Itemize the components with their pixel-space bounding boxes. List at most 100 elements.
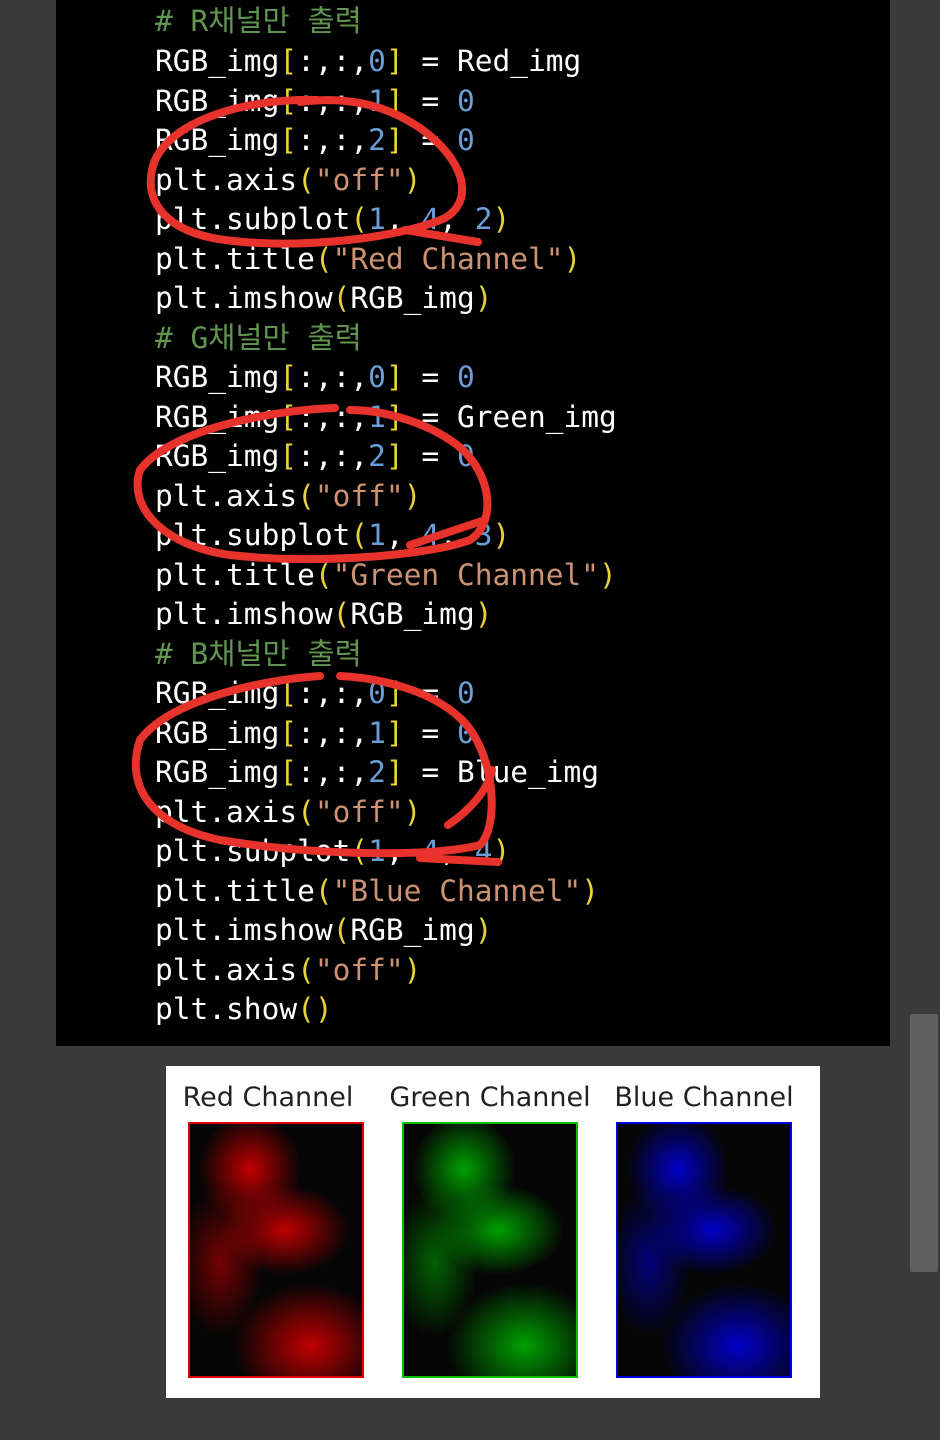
code-token-paren: ) bbox=[581, 873, 600, 908]
code-token-plain: RGB_img bbox=[155, 83, 280, 118]
code-token-plain: RGB_img bbox=[155, 676, 280, 710]
code-token-paren: ( bbox=[350, 202, 369, 236]
code-token-str: "Green Channel" bbox=[332, 557, 600, 592]
code-token-paren: ( bbox=[350, 834, 369, 868]
code-line: plt.axis("off") bbox=[155, 951, 617, 991]
code-token-paren: ( bbox=[297, 794, 315, 829]
code-line: plt.axis("off") bbox=[155, 477, 617, 517]
code-token-paren: ) bbox=[492, 834, 511, 868]
code-line: plt.subplot(1, 4, 2) bbox=[155, 200, 617, 240]
code-token-plain: :,:, bbox=[297, 676, 369, 710]
code-token-plain: plt.subplot bbox=[155, 834, 351, 868]
code-token-paren: [ bbox=[279, 123, 298, 157]
code-token-plain: plt.axis bbox=[155, 952, 298, 987]
code-token-paren: ] bbox=[385, 399, 404, 434]
code-token-num: 1 bbox=[368, 83, 386, 118]
code-token-plain: :,:, bbox=[297, 439, 369, 473]
code-token-plain: RGB_img bbox=[350, 597, 475, 631]
panel-title-blue: Blue Channel bbox=[614, 1082, 794, 1113]
code-token-plain: RGB_img bbox=[155, 360, 280, 394]
code-token-plain: RGB_img bbox=[350, 281, 475, 315]
code-line: plt.imshow(RGB_img) bbox=[155, 595, 617, 635]
code-token-plain: plt.subplot bbox=[155, 518, 351, 552]
code-token-str: "Blue Channel" bbox=[332, 873, 582, 908]
code-token-num: 2 bbox=[368, 123, 386, 157]
code-token-paren: [ bbox=[279, 44, 298, 78]
code-line: RGB_img[:,:,0] = Red_img bbox=[155, 42, 617, 82]
output-figure: Red Channel Green Channel Blue Channel bbox=[166, 1066, 820, 1398]
code-token-paren: ( bbox=[332, 597, 351, 631]
code-token-plain: RGB_img bbox=[155, 755, 280, 789]
code-token-paren: ( bbox=[297, 478, 315, 513]
code-token-paren: ( bbox=[350, 518, 369, 552]
code-token-num: 0 bbox=[368, 676, 386, 710]
code-token-plain: :,:, bbox=[297, 360, 369, 394]
code-token-plain: = bbox=[403, 439, 457, 473]
code-line: RGB_img[:,:,1] = Green_img bbox=[155, 398, 617, 438]
code-token-paren: ) bbox=[403, 162, 422, 197]
code-token-paren: ( bbox=[332, 913, 351, 947]
code-token-plain: RGB_img bbox=[155, 715, 280, 750]
code-line: plt.title("Blue Channel") bbox=[155, 872, 617, 912]
code-token-str: "off" bbox=[314, 162, 404, 197]
code-token-num: 0 bbox=[456, 439, 475, 473]
code-token-paren: ) bbox=[474, 597, 493, 631]
code-token-paren: [ bbox=[279, 676, 298, 710]
code-line: plt.subplot(1, 4, 4) bbox=[155, 832, 617, 872]
code-line: # R채널만 출력 bbox=[155, 0, 617, 42]
code-token-paren: ( bbox=[332, 281, 351, 315]
code-line: RGB_img[:,:,2] = 0 bbox=[155, 437, 617, 477]
code-token-paren: ] bbox=[385, 83, 404, 118]
code-token-plain: , bbox=[439, 834, 475, 868]
code-token-paren: ] bbox=[385, 439, 404, 473]
code-token-plain: plt.title bbox=[155, 557, 315, 592]
code-token-paren: [ bbox=[279, 755, 298, 789]
code-token-paren: ) bbox=[403, 952, 422, 987]
code-token-paren: [ bbox=[279, 83, 298, 118]
code-token-plain: plt.axis bbox=[155, 794, 298, 829]
code-token-paren: ) bbox=[563, 241, 582, 276]
code-token-str: "Red Channel" bbox=[332, 241, 564, 276]
code-token-plain: plt.subplot bbox=[155, 202, 351, 236]
code-token-paren: ] bbox=[385, 123, 404, 157]
code-token-num: 0 bbox=[368, 44, 386, 78]
code-token-paren: ( bbox=[314, 873, 333, 908]
code-token-paren: [ bbox=[279, 715, 298, 750]
code-token-num: 1 bbox=[368, 715, 386, 750]
code-token-plain: plt.title bbox=[155, 241, 315, 276]
code-token-num: 4 bbox=[421, 518, 440, 552]
code-line: plt.title("Green Channel") bbox=[155, 556, 617, 596]
code-token-num: 0 bbox=[456, 123, 475, 157]
code-token-plain: = bbox=[403, 360, 457, 394]
code-token-paren: ] bbox=[385, 715, 404, 750]
panel-title-green: Green Channel bbox=[389, 1082, 591, 1113]
code-line: RGB_img[:,:,2] = Blue_img bbox=[155, 753, 617, 793]
code-token-plain: plt.imshow bbox=[155, 913, 333, 947]
code-token-plain: plt.imshow bbox=[155, 281, 333, 315]
code-token-paren: [ bbox=[279, 360, 298, 394]
code-token-paren: ) bbox=[492, 518, 511, 552]
code-token-paren: ) bbox=[474, 281, 493, 315]
code-token-plain: RGB_img bbox=[350, 913, 475, 947]
code-token-paren: [ bbox=[279, 439, 298, 473]
code-token-paren: ( bbox=[297, 162, 315, 197]
code-cell[interactable]: # R채널만 출력 RGB_img[:,:,0] = Red_img RGB_img… bbox=[56, 0, 890, 1046]
code-token-num: 2 bbox=[368, 755, 386, 789]
code-token-plain: :,:, bbox=[297, 83, 369, 118]
code-token-paren: ] bbox=[385, 44, 404, 78]
code-token-plain: plt.axis bbox=[155, 478, 298, 513]
code-token-comment: # G채널만 출력 bbox=[155, 320, 362, 355]
green-channel-image bbox=[402, 1122, 578, 1378]
scrollbar[interactable] bbox=[910, 1014, 938, 1272]
code-block[interactable]: # R채널만 출력 RGB_img[:,:,0] = Red_img RGB_img… bbox=[155, 0, 617, 1030]
code-token-plain: , bbox=[385, 202, 422, 236]
code-line: plt.axis("off") bbox=[155, 793, 617, 833]
code-token-plain: plt.axis bbox=[155, 162, 298, 197]
code-token-plain: :,:, bbox=[297, 715, 369, 750]
code-token-num: 4 bbox=[474, 834, 493, 868]
code-token-paren: ) bbox=[474, 913, 493, 947]
code-token-num: 0 bbox=[456, 83, 475, 118]
code-token-plain: = bbox=[403, 83, 457, 118]
code-token-num: 4 bbox=[421, 834, 440, 868]
code-token-paren: ] bbox=[385, 360, 404, 394]
